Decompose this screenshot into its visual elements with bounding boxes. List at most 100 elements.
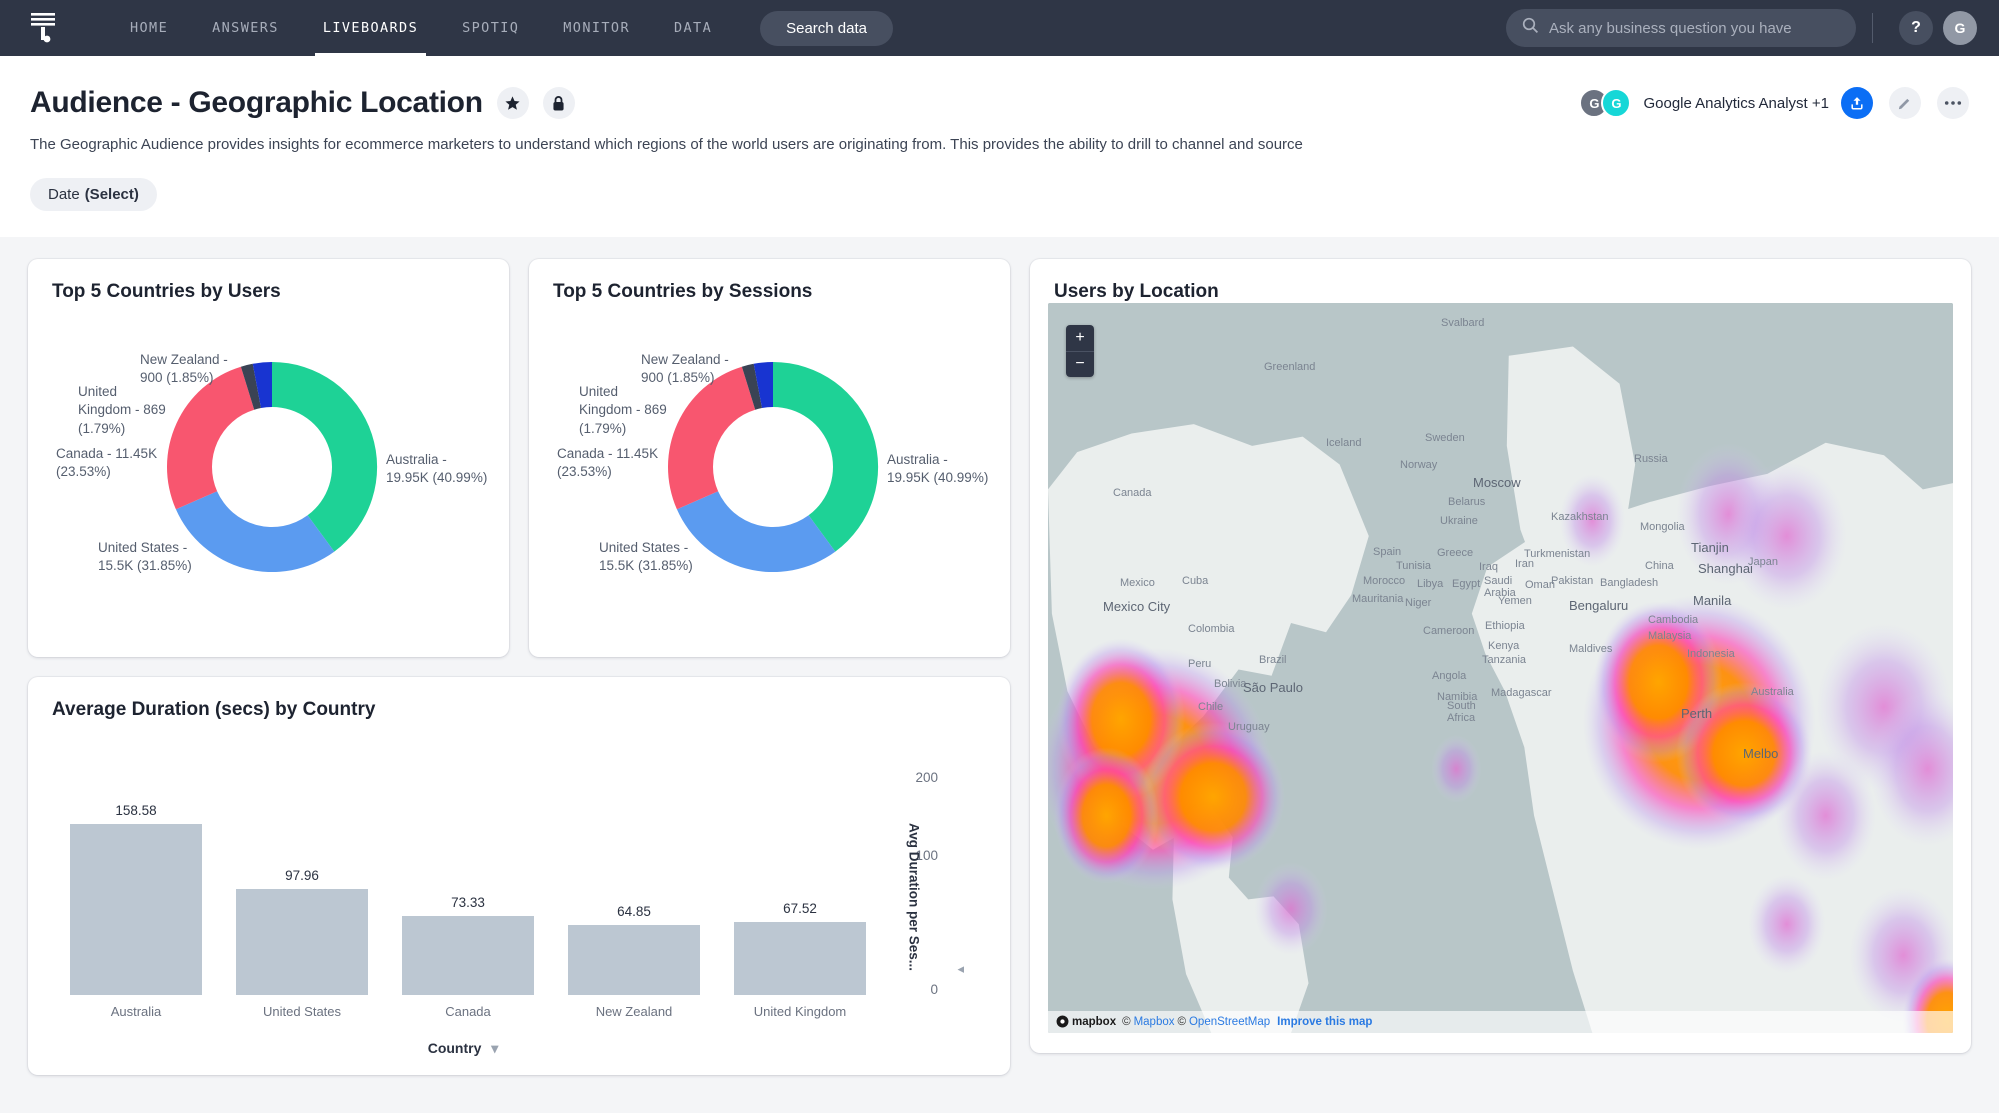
donut-label-united-states: United States - 15.5K (31.85%) bbox=[98, 539, 192, 574]
top-navigation-bar: HOME ANSWERS LIVEBOARDS SPOTIQ MONITOR D… bbox=[0, 0, 1999, 56]
map-label: Norway bbox=[1400, 458, 1438, 471]
bar-rect[interactable] bbox=[734, 921, 866, 995]
lock-icon[interactable] bbox=[542, 87, 575, 119]
map-label: Greenland bbox=[1264, 360, 1316, 373]
bar-value: 73.33 bbox=[451, 894, 485, 910]
nav-item-monitor[interactable]: MONITOR bbox=[541, 0, 652, 56]
openstreetmap-link[interactable]: OpenStreetMap bbox=[1189, 1016, 1270, 1028]
map-label: Svalbard bbox=[1441, 316, 1485, 329]
nav-right-group: Ask any business question you have ? G bbox=[1506, 9, 1977, 47]
map-label: Moscow bbox=[1473, 474, 1521, 490]
map-label: Tianjin bbox=[1691, 539, 1729, 555]
bar-item: 158.58 bbox=[70, 803, 202, 995]
improve-map-link[interactable]: Improve this map bbox=[1277, 1016, 1372, 1028]
thoughtspot-logo[interactable] bbox=[22, 8, 64, 48]
map-label: Belarus bbox=[1448, 495, 1486, 508]
bar-rect[interactable] bbox=[568, 924, 700, 995]
y-axis-title: Avg Duration per Ses... bbox=[906, 822, 922, 971]
map-label: South Africa bbox=[1447, 699, 1476, 724]
nav-divider bbox=[1872, 13, 1873, 43]
map-label: Yemen bbox=[1498, 594, 1532, 607]
nav-item-spotiq[interactable]: SPOTIQ bbox=[440, 0, 541, 56]
bar-rect[interactable] bbox=[70, 823, 202, 995]
zoom-out-button[interactable]: − bbox=[1066, 350, 1094, 377]
x-axis-title[interactable]: Country ▾ bbox=[28, 1040, 898, 1057]
bar-value: 158.58 bbox=[115, 802, 157, 818]
bar-category-label: United Kingdom bbox=[753, 1003, 847, 1019]
donut-label-united-kingdom: United Kingdom - 869 (1.79%) bbox=[579, 383, 667, 436]
pencil-icon[interactable] bbox=[1889, 87, 1921, 119]
nav-item-home[interactable]: HOME bbox=[108, 0, 190, 56]
map-label: Pakistan bbox=[1551, 574, 1594, 587]
bar-rect[interactable] bbox=[402, 915, 534, 995]
chevron-down-icon[interactable]: ▾ bbox=[491, 1040, 498, 1056]
map-label: Mexico bbox=[1120, 576, 1155, 589]
page-header: Audience - Geographic Location G G Googl… bbox=[0, 56, 1999, 237]
chart-title: Users by Location bbox=[1054, 280, 1219, 302]
map-label: Melbo bbox=[1743, 745, 1779, 761]
nav-item-answers[interactable]: ANSWERS bbox=[190, 0, 301, 56]
donut-chart-users[interactable]: New Zealand - 900 (1.85%) United Kingdom… bbox=[28, 303, 509, 655]
map-label: Perth bbox=[1681, 705, 1713, 721]
chart-card-avg-duration: Average Duration (secs) by Country 158.5… bbox=[28, 676, 1010, 1075]
zoom-in-button[interactable]: + bbox=[1066, 324, 1094, 351]
shared-with-label: Google Analytics Analyst +1 bbox=[1643, 94, 1829, 112]
global-search-box[interactable]: Ask any business question you have bbox=[1506, 9, 1856, 47]
date-filter-label: Date bbox=[48, 185, 80, 203]
star-icon[interactable] bbox=[496, 87, 529, 119]
nav-item-liveboards[interactable]: LIVEBOARDS bbox=[301, 0, 440, 56]
mapbox-logo: mapbox bbox=[1056, 1015, 1116, 1028]
map-label: Cambodia bbox=[1648, 613, 1699, 626]
nav-item-data[interactable]: DATA bbox=[652, 0, 734, 56]
chart-title: Top 5 Countries by Sessions bbox=[553, 280, 813, 302]
map-label: Uruguay bbox=[1228, 720, 1270, 733]
filter-row: Date (Select) bbox=[30, 177, 1969, 211]
share-icon[interactable] bbox=[1841, 87, 1873, 119]
map-label: Mexico City bbox=[1103, 598, 1171, 614]
bar-chart[interactable]: 158.58 97.96 73.33 64.85 67.52 Australia… bbox=[28, 721, 1010, 1073]
map-label: Indonesia bbox=[1687, 647, 1735, 660]
chevron-left-icon[interactable]: ◂ bbox=[957, 961, 964, 977]
page-description: The Geographic Audience provides insight… bbox=[30, 136, 1303, 153]
map-label: Japan bbox=[1748, 555, 1778, 568]
map-canvas[interactable]: + − Svalbard Greenland Iceland Sweden Norway… bbox=[1048, 302, 1953, 1033]
bar-category-label: New Zealand bbox=[595, 1003, 673, 1019]
bar-value: 64.85 bbox=[617, 903, 651, 919]
map-label: Maldives bbox=[1569, 642, 1613, 655]
map-label: Manila bbox=[1693, 592, 1732, 608]
user-avatar-button[interactable]: G bbox=[1943, 11, 1977, 45]
donut-row: Top 5 Countries by Users New Zealand - 9… bbox=[28, 258, 1010, 657]
donut-label-canada: Canada - 11.45K (23.53%) bbox=[557, 445, 659, 480]
donut-chart-sessions[interactable]: New Zealand - 900 (1.85%) United Kingdom… bbox=[529, 303, 1010, 655]
map-label: Kazakhstan bbox=[1551, 510, 1609, 523]
bar-rect[interactable] bbox=[236, 888, 368, 995]
map-label: Malaysia bbox=[1648, 629, 1692, 642]
map-label: China bbox=[1645, 559, 1674, 572]
global-search-placeholder: Ask any business question you have bbox=[1549, 19, 1792, 37]
shared-avatars[interactable]: G G bbox=[1579, 88, 1632, 118]
bar-value: 97.96 bbox=[285, 867, 319, 883]
bar-value: 67.52 bbox=[783, 900, 817, 916]
help-button[interactable]: ? bbox=[1899, 11, 1933, 45]
ellipsis-icon[interactable] bbox=[1937, 87, 1969, 119]
mapbox-link[interactable]: Mapbox bbox=[1134, 1016, 1175, 1028]
avatar: G bbox=[1601, 88, 1632, 118]
map-label: Bolivia bbox=[1214, 677, 1247, 690]
bar-series: 158.58 97.96 73.33 64.85 67.52 bbox=[70, 803, 866, 995]
bar-item: 67.52 bbox=[734, 901, 866, 995]
map-label: Brazil bbox=[1259, 653, 1287, 666]
date-filter-value: (Select) bbox=[84, 185, 139, 203]
search-data-button[interactable]: Search data bbox=[760, 10, 893, 46]
bar-category-label: Australia bbox=[110, 1003, 162, 1019]
chart-card-users-by-location: Users by Location + − Svalbard Greenland… bbox=[1030, 258, 1971, 1053]
header-actions: G G Google Analytics Analyst +1 bbox=[1579, 87, 1969, 119]
y-tick-0: 0 bbox=[930, 981, 938, 997]
map-label: Mongolia bbox=[1640, 520, 1685, 533]
left-column: Top 5 Countries by Users New Zealand - 9… bbox=[28, 258, 1010, 1075]
map-label: São Paulo bbox=[1243, 679, 1303, 695]
map-label: Australia bbox=[1751, 685, 1794, 698]
map-label: Bengaluru bbox=[1569, 597, 1629, 613]
map-label: Colombia bbox=[1188, 622, 1235, 635]
bar-item: 97.96 bbox=[236, 868, 368, 995]
date-filter-chip[interactable]: Date (Select) bbox=[30, 177, 157, 211]
